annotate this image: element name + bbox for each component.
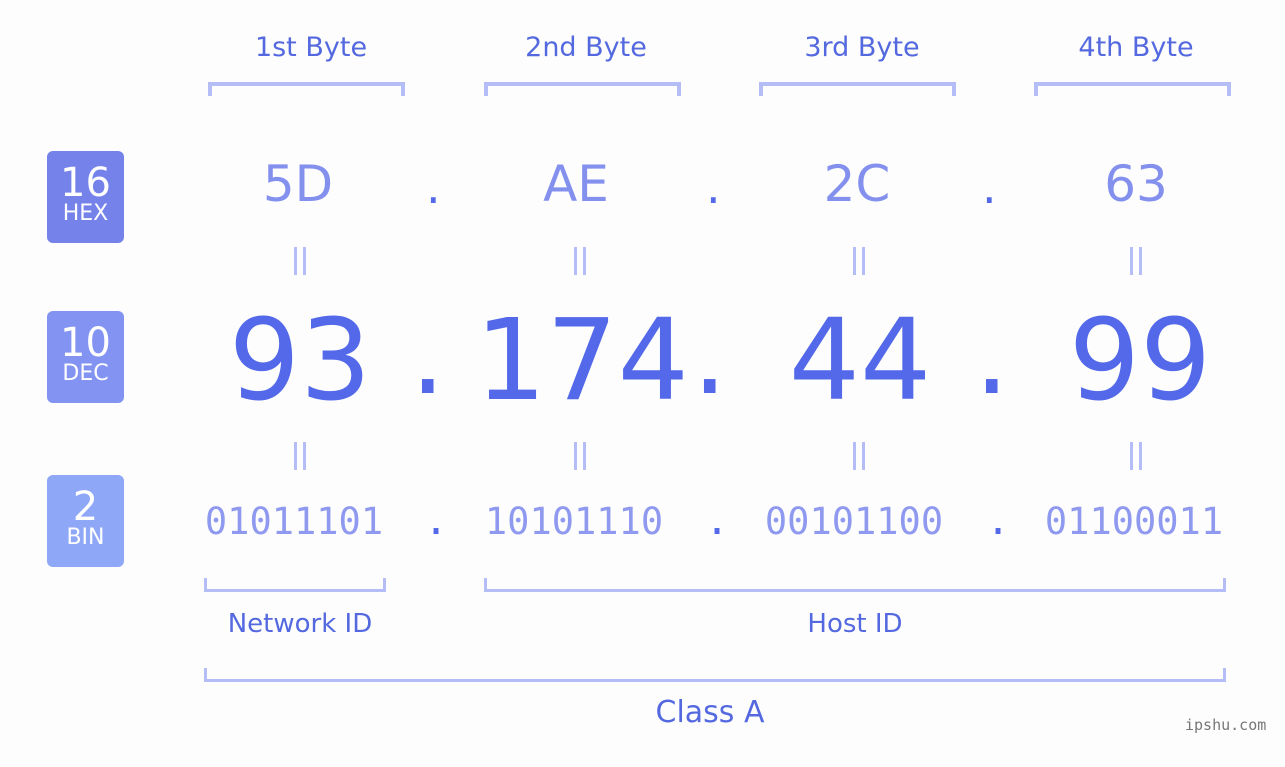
header-byte-2: 2nd Byte bbox=[525, 32, 647, 63]
equals-icon bbox=[290, 247, 310, 275]
bracket-byte-3 bbox=[759, 82, 956, 96]
host-id-label: Host ID bbox=[807, 609, 903, 639]
bin-byte-1: 01011101 bbox=[204, 500, 384, 543]
watermark: ipshu.com bbox=[1185, 716, 1267, 734]
bin-badge-number: 2 bbox=[72, 484, 99, 530]
bin-badge: 2 BIN bbox=[47, 475, 124, 567]
hex-separator: . bbox=[426, 160, 441, 214]
bin-byte-2: 10101110 bbox=[484, 500, 664, 543]
dec-badge-number: 10 bbox=[60, 320, 111, 366]
hex-byte-3: 2C bbox=[823, 155, 891, 213]
dec-byte-4: 99 bbox=[1068, 296, 1212, 426]
hex-separator: . bbox=[982, 160, 997, 214]
dec-separator: . bbox=[410, 290, 446, 420]
dec-badge-label: DEC bbox=[62, 361, 109, 386]
bin-separator: . bbox=[424, 498, 449, 544]
equals-icon bbox=[1126, 442, 1146, 470]
bin-separator: . bbox=[705, 498, 730, 544]
class-label: Class A bbox=[655, 695, 765, 730]
equals-icon bbox=[570, 442, 590, 470]
equals-icon bbox=[570, 247, 590, 275]
header-byte-3: 3rd Byte bbox=[804, 32, 920, 63]
network-id-label: Network ID bbox=[227, 609, 373, 639]
hex-byte-2: AE bbox=[543, 155, 609, 213]
equals-icon bbox=[849, 247, 869, 275]
bin-separator: . bbox=[986, 498, 1011, 544]
equals-icon bbox=[290, 442, 310, 470]
hex-badge-label: HEX bbox=[62, 201, 109, 226]
class-bracket bbox=[204, 668, 1226, 682]
dec-byte-2: 174 bbox=[475, 296, 689, 426]
bracket-byte-1 bbox=[208, 82, 405, 96]
dec-byte-3: 44 bbox=[788, 296, 932, 426]
header-byte-4: 4th Byte bbox=[1078, 32, 1194, 63]
bin-byte-3: 00101100 bbox=[764, 500, 944, 543]
dec-separator: . bbox=[974, 290, 1010, 420]
host-id-bracket bbox=[484, 578, 1226, 592]
hex-badge-number: 16 bbox=[60, 160, 111, 206]
hex-separator: . bbox=[706, 160, 721, 214]
equals-icon bbox=[849, 442, 869, 470]
dec-separator: . bbox=[692, 290, 728, 420]
dec-badge: 10 DEC bbox=[47, 311, 124, 403]
equals-icon bbox=[1126, 247, 1146, 275]
bin-badge-label: BIN bbox=[66, 525, 105, 550]
hex-byte-4: 63 bbox=[1104, 155, 1168, 213]
bracket-byte-2 bbox=[484, 82, 681, 96]
header-byte-1: 1st Byte bbox=[254, 32, 368, 63]
bracket-byte-4 bbox=[1034, 82, 1231, 96]
dec-byte-1: 93 bbox=[228, 296, 372, 426]
network-id-bracket bbox=[204, 578, 386, 592]
bin-byte-4: 01100011 bbox=[1044, 500, 1224, 543]
hex-byte-1: 5D bbox=[262, 155, 334, 213]
hex-badge: 16 HEX bbox=[47, 151, 124, 243]
